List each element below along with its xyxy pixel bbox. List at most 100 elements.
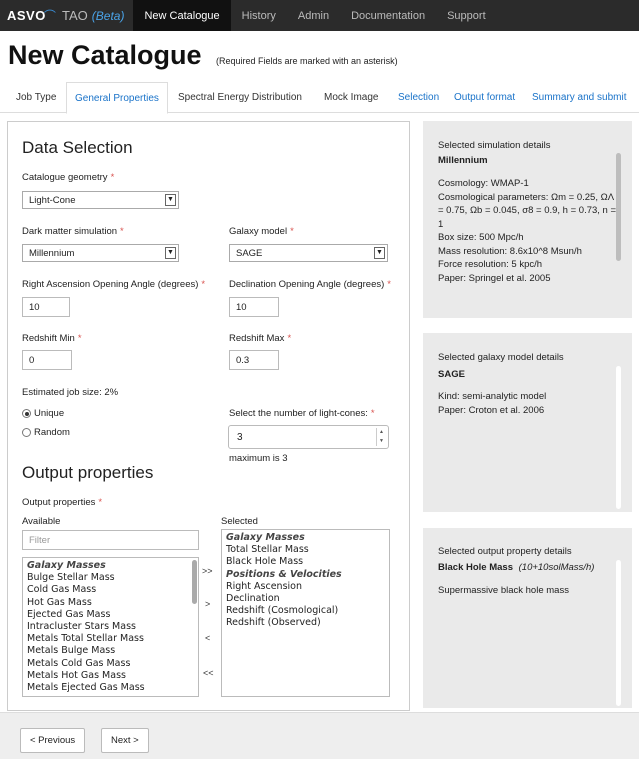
radio-unique[interactable]: Unique [22,408,64,419]
dm-simulation-select[interactable]: Millennium ▼ [22,244,179,262]
redshift-max-label: Redshift Max * [229,333,292,344]
simulation-details-label: Selected simulation details [438,140,551,151]
tab-output-format[interactable]: Output format [454,82,515,113]
remove-button[interactable]: < [205,633,210,643]
redshift-min-input[interactable]: 0 [22,350,72,370]
property-description: Supermassive black hole mass [438,585,569,596]
detail-line: Paper: Croton et al. 2006 [438,404,545,416]
property-details-card: Selected output property details Black H… [423,528,632,708]
spinner-arrows-icon[interactable]: ▲ ▼ [376,428,386,446]
card-scrollbar[interactable] [616,366,621,509]
redshift-min-label: Redshift Min * [22,333,82,344]
tab-job-type[interactable]: Job Type [16,82,56,113]
add-all-button[interactable]: >> [202,566,213,576]
list-item[interactable]: Bulge Stellar Mass [27,572,194,584]
list-item[interactable]: Hot Gas Mass [27,597,194,609]
nav-support[interactable]: Support [436,0,497,31]
add-button[interactable]: > [205,599,210,609]
chevron-down-icon: ▼ [165,247,176,259]
dm-simulation-value: Millennium [29,248,75,259]
list-item[interactable]: Right Ascension [226,581,385,593]
detail-line: Cosmology: WMAP-1 [438,178,529,189]
list-item[interactable]: Metals Bulge Mass [27,645,194,657]
card-scrollbar[interactable] [616,560,621,706]
list-item[interactable]: Intracluster Stars Mass [27,621,194,633]
list-item[interactable]: Metals Total Stellar Mass [27,633,194,645]
galaxy-model-name: SAGE [438,369,465,380]
property-name: Black Hole Mass (10+10solMass/h) [438,562,618,573]
tab-summary-and-submit[interactable]: Summary and submit [532,82,626,113]
galaxy-model-value: SAGE [236,248,263,259]
light-cones-max-text: maximum is 3 [229,453,288,464]
radio-random-label: Random [34,427,70,438]
dec-angle-label: Declination Opening Angle (degrees) * [229,279,391,290]
radio-random[interactable]: Random [22,427,70,438]
list-item[interactable]: Ejected Gas Mass [27,609,194,621]
nav-history[interactable]: History [231,0,287,31]
redshift-max-input[interactable]: 0.3 [229,350,279,370]
nav-documentation[interactable]: Documentation [340,0,436,31]
available-label: Available [22,516,61,527]
tab-mock-image[interactable]: Mock Image [324,82,378,113]
light-cones-value: 3 [237,432,243,443]
filter-input[interactable]: Filter [22,530,199,550]
logo-text: ASVO [7,8,46,23]
galaxy-model-select[interactable]: SAGE ▼ [229,244,388,262]
detail-line: Paper: Springel et al. 2005 [438,272,551,284]
list-item[interactable]: Declination [226,593,385,605]
nav-admin[interactable]: Admin [287,0,340,31]
output-properties-heading: Output properties [22,463,154,482]
ra-angle-input[interactable]: 10 [22,297,70,317]
list-group-header: Galaxy Masses [27,560,106,571]
geometry-value: Light-Cone [29,195,76,206]
radio-unchecked-icon [22,428,31,437]
simulation-details-card: Selected simulation details Millennium C… [423,121,632,318]
simulation-details-text: Cosmology: WMAP-1 Cosmological parameters… [438,177,618,307]
asvo-logo[interactable]: ASVO ⌒ [0,0,58,31]
light-cones-stepper[interactable]: 3 ▲ ▼ [228,425,389,449]
logo-swoosh-icon: ⌒ [43,9,56,23]
available-properties-list[interactable]: Galaxy Masses Bulge Stellar Mass Cold Gas … [22,557,199,697]
list-item[interactable]: Redshift (Observed) [226,617,385,629]
galaxy-model-details-card: Selected galaxy model details SAGE Kind:… [423,333,632,512]
top-navbar: ASVO ⌒ TAO (Beta) New Catalogue History Ad… [0,0,639,31]
next-button[interactable]: Next > [101,728,149,753]
property-details-label: Selected output property details [438,546,572,557]
job-size-text: Estimated job size: 2% [22,387,119,398]
detail-line: Force resolution: 5 kpc/h [438,259,543,270]
wizard-footer: < Previous Next > [0,712,639,759]
list-item[interactable]: Metals Ejected Gas Mass [27,682,194,694]
radio-unique-label: Unique [34,408,65,419]
list-item[interactable]: Redshift (Cosmological) [226,605,385,617]
list-item[interactable]: Total Stellar Mass [226,544,385,556]
beta-badge: (Beta) [91,8,125,23]
previous-button[interactable]: < Previous [20,728,86,753]
card-scrollbar[interactable] [616,153,621,261]
geometry-label: Catalogue geometry * [22,172,115,183]
form-panel: Data Selection Catalogue geometry * Light… [7,121,410,711]
list-item[interactable]: Black Hole Mass [226,556,385,568]
selected-properties-list[interactable]: Galaxy Masses Total Stellar Mass Black Hol… [221,529,390,697]
list-scrollbar[interactable] [192,560,197,604]
geometry-select[interactable]: Light-Cone ▼ [22,191,179,209]
tab-spectral-energy-distribution[interactable]: Spectral Energy Distribution [178,82,302,113]
remove-all-button[interactable]: << [203,668,214,678]
brand[interactable]: TAO (Beta) [58,0,124,31]
galaxy-model-details-label: Selected galaxy model details [438,352,564,363]
tab-selection[interactable]: Selection [398,82,439,113]
list-item[interactable]: Metals Cold Gas Mass [27,658,194,670]
nav-new-catalogue[interactable]: New Catalogue [133,0,231,31]
detail-line: Cosmological parameters: Ωm = 0.25, ΩΛ =… [438,191,617,230]
list-item[interactable]: Metals Hot Gas Mass [27,670,194,682]
tab-general-properties[interactable]: General Properties [66,82,168,114]
radio-checked-icon [22,409,31,418]
dm-simulation-label: Dark matter simulation * [22,226,124,237]
simulation-name: Millennium [438,155,488,166]
list-item[interactable]: Cold Gas Mass [27,584,194,596]
ra-angle-label: Right Ascension Opening Angle (degrees) * [22,279,206,290]
chevron-down-icon: ▼ [374,247,385,259]
dec-angle-input[interactable]: 10 [229,297,279,317]
property-name-text: Black Hole Mass [438,562,513,573]
selected-label: Selected [221,516,258,527]
required-note: (Required Fields are marked with an aste… [216,56,398,66]
